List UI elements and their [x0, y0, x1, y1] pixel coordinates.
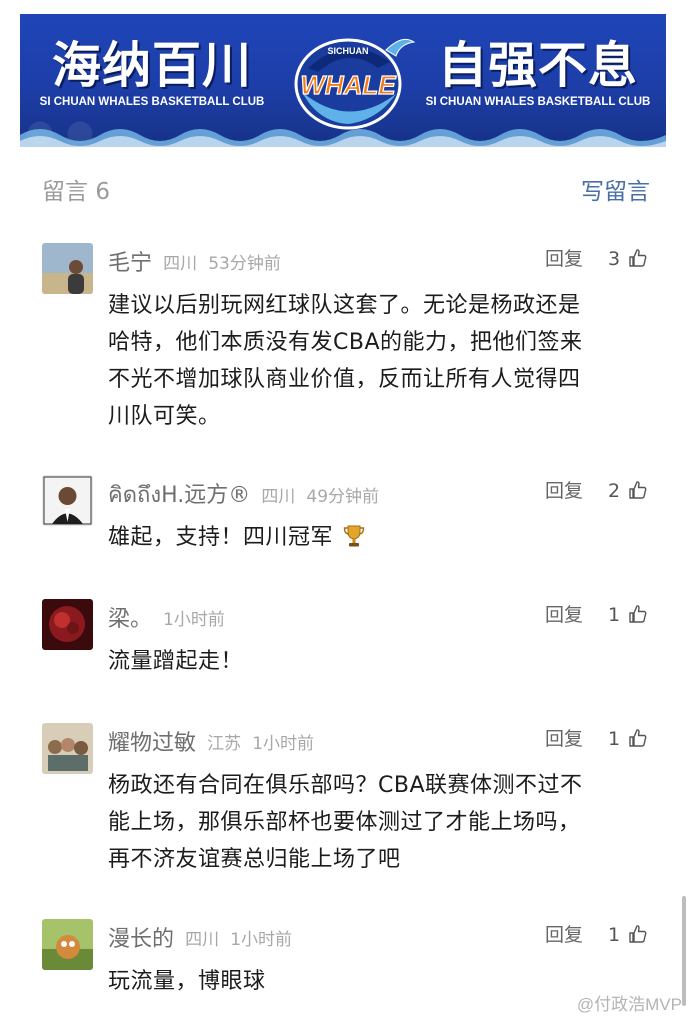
- thumbs-up-icon: [629, 249, 647, 267]
- like-button[interactable]: 3: [608, 245, 648, 273]
- banner-left: 海纳百川 SI CHUAN WHALES BASKETBALL CLUB: [36, 37, 268, 109]
- comment-line: 雄起，支持！四川冠军: [108, 525, 334, 550]
- comment-meta: 梁。 1小时前: [108, 601, 225, 632]
- logo-wordmark: WHALE: [300, 70, 396, 100]
- commenter-name[interactable]: คิดถึงH.远方®: [108, 483, 250, 508]
- reply-button[interactable]: 回复: [545, 725, 583, 753]
- comment-line: 再不济友谊赛总归能上场了吧: [108, 847, 401, 872]
- comment-line: 流量蹭起走！: [108, 649, 244, 674]
- commenter-name[interactable]: 漫长的: [108, 927, 174, 952]
- comment-item: 毛宁 四川 53分钟前 回复 3 建议以后别玩网红球队这套了。无论是杨政还是 哈…: [42, 243, 652, 433]
- reply-button[interactable]: 回复: [545, 477, 583, 505]
- like-button[interactable]: 2: [608, 477, 648, 505]
- commenter-name[interactable]: 梁。: [108, 607, 152, 632]
- trophy-icon: [343, 525, 364, 547]
- club-banner: 海纳百川 SI CHUAN WHALES BASKETBALL CLUB SIC…: [20, 14, 666, 147]
- comment-time: 1小时前: [252, 733, 315, 754]
- thumbs-up-icon: [629, 925, 647, 943]
- comment-time: 49分钟前: [306, 487, 380, 507]
- avatar[interactable]: [42, 723, 93, 774]
- comment-line: 能上场，那俱乐部杯也要体测过了才能上场吗，: [108, 810, 581, 835]
- comment-text: 杨政还有合同在俱乐部吗？CBA联赛体测不过不 能上场，那俱乐部杯也要体测过了才能…: [108, 767, 652, 878]
- reply-button[interactable]: 回复: [545, 245, 583, 273]
- commenter-location: 四川: [261, 487, 296, 507]
- banner-left-subtitle: SI CHUAN WHALES BASKETBALL CLUB: [39, 96, 265, 108]
- comment-text: 流量蹭起走！: [108, 643, 652, 680]
- banner-left-title: 海纳百川: [51, 37, 252, 94]
- thumbs-up-icon: [629, 729, 647, 747]
- comment-item: 漫长的 四川 1小时前 回复 1 玩流量，博眼球: [42, 919, 652, 999]
- comment-count-label: 留言: [42, 179, 88, 205]
- like-count: 2: [608, 480, 621, 502]
- comment-line: 玩流量，博眼球: [108, 969, 266, 994]
- comment-time: 53分钟前: [208, 253, 281, 274]
- comment-text: 玩流量，博眼球: [108, 963, 652, 1000]
- comment-meta: 耀物过敏 江苏 1小时前: [108, 725, 315, 756]
- avatar[interactable]: [42, 599, 93, 650]
- avatar[interactable]: [42, 475, 93, 526]
- commenter-name[interactable]: 耀物过敏: [108, 731, 196, 756]
- banner-right-subtitle: SI CHUAN WHALES BASKETBALL CLUB: [425, 96, 651, 108]
- thumbs-up-icon: [629, 481, 647, 499]
- comment-time: 1小时前: [230, 929, 293, 950]
- banner-right-title: 自强不息: [437, 37, 638, 94]
- whale-logo: SICHUAN WHALE: [294, 38, 416, 130]
- like-button[interactable]: 1: [608, 601, 648, 629]
- comment-item: คิดถึงH.远方® 四川 49分钟前 回复 2 雄起，支持！四川冠军: [42, 475, 652, 565]
- comments-header: 留言 6 写留言: [42, 175, 650, 209]
- write-comment-button[interactable]: 写留言: [581, 175, 650, 209]
- comment-item: 耀物过敏 江苏 1小时前 回复 1 杨政还有合同在俱乐部吗？CBA联赛体测不过不…: [42, 723, 652, 873]
- commenter-location: 四川: [185, 929, 220, 950]
- comment-meta: 毛宁 四川 53分钟前: [108, 245, 281, 276]
- banner-wave: [20, 129, 666, 147]
- like-count: 1: [608, 924, 621, 946]
- avatar[interactable]: [42, 243, 93, 294]
- comment-meta: คิดถึงH.远方® 四川 49分钟前: [108, 477, 380, 508]
- comment-line: 哈特，他们本质没有发CBA的能力，把他们签来: [108, 330, 583, 355]
- banner-right: 自强不息 SI CHUAN WHALES BASKETBALL CLUB: [422, 37, 654, 109]
- comment-count-number: 6: [95, 179, 110, 205]
- logo-top-text: SICHUAN: [327, 46, 368, 56]
- watermark: @付政浩MVP: [576, 995, 682, 1014]
- comment-line: 建议以后别玩网红球队这套了。无论是杨政还是: [108, 293, 581, 318]
- comment-text: 建议以后别玩网红球队这套了。无论是杨政还是 哈特，他们本质没有发CBA的能力，把…: [108, 287, 652, 435]
- like-button[interactable]: 1: [608, 725, 648, 753]
- comment-line: 不光不增加球队商业价值，反而让所有人觉得四: [108, 367, 581, 392]
- comment-count: 留言 6: [42, 175, 110, 209]
- like-count: 3: [608, 248, 621, 270]
- comment-line: 川队可笑。: [108, 404, 221, 429]
- reply-button[interactable]: 回复: [545, 601, 583, 629]
- commenter-location: 江苏: [207, 733, 242, 754]
- thumbs-up-icon: [629, 605, 647, 623]
- comment-item: 梁。 1小时前 回复 1 流量蹭起走！: [42, 599, 652, 679]
- like-count: 1: [608, 728, 621, 750]
- like-count: 1: [608, 604, 621, 626]
- like-button[interactable]: 1: [608, 921, 648, 949]
- commenter-location: 四川: [163, 253, 198, 274]
- reply-button[interactable]: 回复: [545, 921, 583, 949]
- scrollbar[interactable]: [682, 896, 686, 1006]
- commenter-name[interactable]: 毛宁: [108, 251, 152, 276]
- comment-time: 1小时前: [163, 609, 225, 630]
- comment-meta: 漫长的 四川 1小时前: [108, 921, 293, 952]
- comment-text: 雄起，支持！四川冠军: [108, 519, 652, 556]
- avatar[interactable]: [42, 919, 93, 970]
- comment-line: 杨政还有合同在俱乐部吗？CBA联赛体测不过不: [108, 773, 583, 798]
